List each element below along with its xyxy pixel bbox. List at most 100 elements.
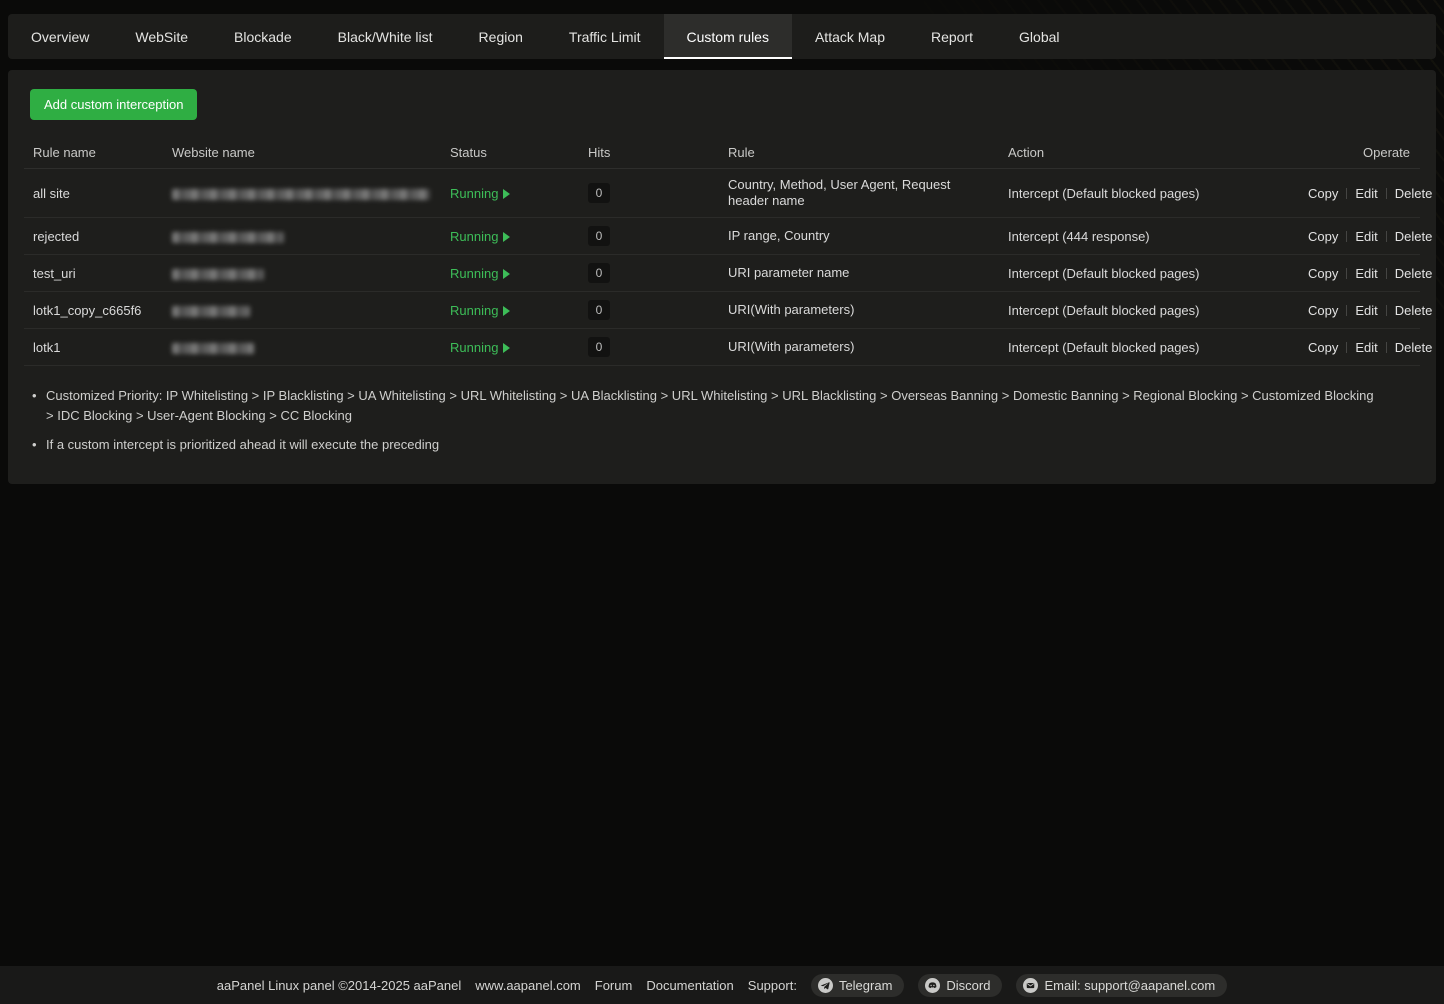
operate-cell: Copy Edit Delete — [1299, 258, 1442, 289]
action-cell: Intercept (Default blocked pages) — [999, 178, 1299, 209]
telegram-button[interactable]: Telegram — [811, 974, 904, 997]
tab-black-white-list[interactable]: Black/White list — [315, 14, 456, 59]
operate-divider — [1346, 231, 1347, 242]
operate-divider — [1386, 188, 1387, 199]
rule-cell: URI(With parameters) — [719, 294, 999, 326]
operate-cell: Copy Edit Delete — [1299, 221, 1442, 252]
delete-button[interactable]: Delete — [1395, 340, 1433, 355]
operate-divider — [1346, 305, 1347, 316]
tab-region[interactable]: Region — [456, 14, 546, 59]
hits-cell: 0 — [579, 329, 719, 365]
email-label: Email: support@aapanel.com — [1044, 978, 1215, 993]
operate-divider — [1346, 188, 1347, 199]
tab-report[interactable]: Report — [908, 14, 996, 59]
header-hits: Hits — [579, 137, 719, 168]
copy-button[interactable]: Copy — [1308, 303, 1338, 318]
hits-cell: 0 — [579, 218, 719, 254]
header-status: Status — [441, 137, 579, 168]
rule-cell: URI parameter name — [719, 257, 999, 289]
operate-divider — [1386, 305, 1387, 316]
action-cell: Intercept (Default blocked pages) — [999, 295, 1299, 326]
tab-traffic-limit[interactable]: Traffic Limit — [546, 14, 664, 59]
table-row: all site Running 0 Country, Method, User… — [24, 169, 1420, 218]
copy-button[interactable]: Copy — [1308, 229, 1338, 244]
notes-list: Customized Priority: IP Whitelisting > I… — [30, 386, 1410, 455]
custom-rules-panel: Add custom interception Rule name Websit… — [8, 70, 1436, 484]
edit-button[interactable]: Edit — [1355, 266, 1377, 281]
operate-cell: Copy Edit Delete — [1299, 332, 1442, 363]
rule-cell: IP range, Country — [719, 220, 999, 252]
tab-custom-rules[interactable]: Custom rules — [664, 14, 792, 59]
copy-button[interactable]: Copy — [1308, 340, 1338, 355]
footer-documentation-link[interactable]: Documentation — [646, 978, 733, 993]
status-running-label: Running — [450, 229, 498, 244]
action-cell: Intercept (444 response) — [999, 221, 1299, 252]
operate-cell: Copy Edit Delete — [1299, 295, 1442, 326]
tab-blockade[interactable]: Blockade — [211, 14, 315, 59]
header-action: Action — [999, 137, 1299, 168]
hits-cell: 0 — [579, 292, 719, 328]
email-support-button[interactable]: Email: support@aapanel.com — [1016, 974, 1227, 997]
telegram-icon — [818, 978, 833, 993]
operate-divider — [1386, 231, 1387, 242]
operate-divider — [1346, 342, 1347, 353]
tab-global[interactable]: Global — [996, 14, 1082, 59]
top-nav: Overview WebSite Blockade Black/White li… — [8, 14, 1436, 59]
play-icon — [503, 269, 510, 279]
action-cell: Intercept (Default blocked pages) — [999, 332, 1299, 363]
table-row: lotk1_copy_c665f6 Running 0 URI(With par… — [24, 292, 1420, 329]
edit-button[interactable]: Edit — [1355, 303, 1377, 318]
rule-name-cell: rejected — [24, 221, 163, 252]
rule-name-cell: test_uri — [24, 258, 163, 289]
header-rule: Rule — [719, 137, 999, 168]
rule-cell: Country, Method, User Agent, Request hea… — [719, 169, 999, 217]
status-running-label: Running — [450, 266, 498, 281]
delete-button[interactable]: Delete — [1395, 266, 1433, 281]
status-running-label: Running — [450, 303, 498, 318]
copy-button[interactable]: Copy — [1308, 266, 1338, 281]
website-name-cell — [163, 258, 441, 289]
hits-badge: 0 — [588, 226, 610, 246]
delete-button[interactable]: Delete — [1395, 186, 1433, 201]
table-row: test_uri Running 0 URI parameter name In… — [24, 255, 1420, 292]
add-custom-interception-button[interactable]: Add custom interception — [30, 89, 197, 120]
footer-support-label: Support: — [748, 978, 797, 993]
discord-icon — [925, 978, 940, 993]
website-name-redacted — [172, 343, 254, 354]
footer-bar: aaPanel Linux panel ©2014-2025 aaPanel w… — [0, 966, 1444, 1004]
play-icon — [503, 232, 510, 242]
action-cell: Intercept (Default blocked pages) — [999, 258, 1299, 289]
edit-button[interactable]: Edit — [1355, 340, 1377, 355]
footer-site-link[interactable]: www.aapanel.com — [475, 978, 581, 993]
status-cell: Running — [441, 258, 579, 289]
operate-divider — [1386, 342, 1387, 353]
hits-cell: 0 — [579, 175, 719, 211]
table-header-row: Rule name Website name Status Hits Rule … — [24, 136, 1420, 169]
tab-attack-map[interactable]: Attack Map — [792, 14, 908, 59]
discord-button[interactable]: Discord — [918, 974, 1002, 997]
operate-divider — [1386, 268, 1387, 279]
header-operate: Operate — [1299, 137, 1420, 168]
copy-button[interactable]: Copy — [1308, 186, 1338, 201]
status-cell: Running — [441, 332, 579, 363]
status-cell: Running — [441, 295, 579, 326]
note-execution: If a custom intercept is prioritized ahe… — [30, 435, 1380, 455]
edit-button[interactable]: Edit — [1355, 229, 1377, 244]
email-icon — [1023, 978, 1038, 993]
hits-badge: 0 — [588, 300, 610, 320]
edit-button[interactable]: Edit — [1355, 186, 1377, 201]
footer-forum-link[interactable]: Forum — [595, 978, 633, 993]
delete-button[interactable]: Delete — [1395, 303, 1433, 318]
rule-cell: URI(With parameters) — [719, 331, 999, 363]
delete-button[interactable]: Delete — [1395, 229, 1433, 244]
table-row: rejected Running 0 IP range, Country Int… — [24, 218, 1420, 255]
operate-cell: Copy Edit Delete — [1299, 178, 1442, 209]
website-name-cell — [163, 332, 441, 363]
website-name-cell — [163, 295, 441, 326]
website-name-redacted — [172, 269, 264, 280]
tab-overview[interactable]: Overview — [8, 14, 112, 59]
rule-name-cell: lotk1 — [24, 332, 163, 363]
hits-badge: 0 — [588, 263, 610, 283]
tab-website[interactable]: WebSite — [112, 14, 211, 59]
website-name-redacted — [172, 232, 284, 243]
